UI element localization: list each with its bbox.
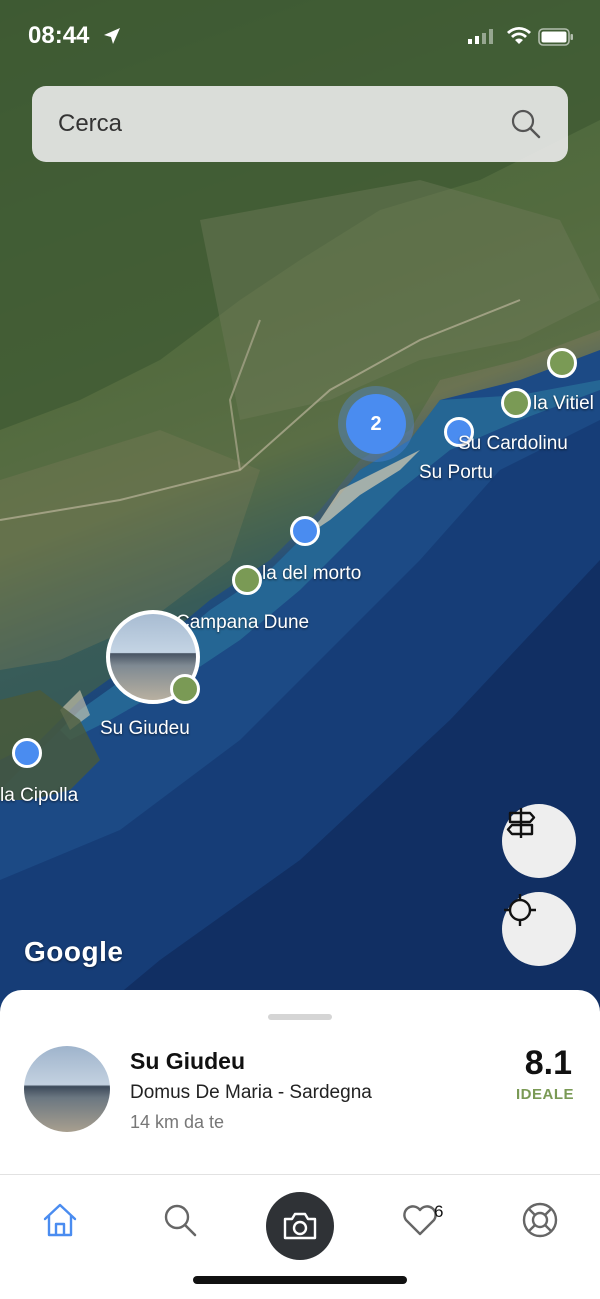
search-bar[interactable]: Cerca <box>32 86 568 162</box>
tab-lifebuoy[interactable] <box>520 1200 560 1240</box>
camera-icon <box>283 1212 317 1240</box>
search-icon[interactable] <box>510 108 542 140</box>
status-bar: 08:44 <box>0 0 600 70</box>
crosshair-icon <box>504 894 536 926</box>
map-pin-green[interactable] <box>501 388 531 418</box>
sheet-drag-handle[interactable] <box>268 1014 332 1020</box>
lifebuoy-icon <box>522 1202 558 1238</box>
map-pin-green[interactable] <box>547 348 577 378</box>
place-location: Domus De Maria - Sardegna <box>130 1082 372 1103</box>
place-bottom-sheet[interactable]: Su Giudeu Domus De Maria - Sardegna 14 k… <box>0 990 600 1299</box>
search-placeholder: Cerca <box>58 110 123 137</box>
google-attribution: Google <box>24 936 124 967</box>
place-score: 8.1 <box>524 1044 572 1082</box>
pin-label-campana[interactable]: Campana Dune <box>176 612 309 634</box>
my-location-button[interactable] <box>502 892 576 966</box>
signal-icon <box>468 29 493 44</box>
pin-label-vitiel[interactable]: la Vitiel <box>533 393 594 415</box>
location-arrow-icon <box>104 28 120 44</box>
tab-home[interactable] <box>40 1200 80 1240</box>
signpost-icon <box>506 808 536 838</box>
divider <box>0 1174 600 1175</box>
app-screen: 2 la Vitiel Su Cardolinu Su Portu la del… <box>0 0 600 1299</box>
search-icon <box>164 1204 197 1237</box>
map-pin-blue[interactable] <box>12 738 42 768</box>
pin-label-cardolinu[interactable]: Su Cardolinu <box>458 433 568 455</box>
score-label: IDEALE <box>515 1086 574 1103</box>
camera-button[interactable] <box>266 1192 334 1260</box>
pin-cluster[interactable]: 2 <box>338 386 414 462</box>
home-icon <box>43 1203 77 1237</box>
tab-search[interactable] <box>160 1200 200 1240</box>
heart-icon <box>403 1205 437 1236</box>
pin-label-cipolla[interactable]: la Cipolla <box>0 785 78 807</box>
wifi-icon <box>507 27 531 44</box>
place-thumbnail[interactable] <box>24 1046 110 1132</box>
home-indicator <box>193 1276 407 1284</box>
map-pin-green[interactable] <box>170 674 200 704</box>
map-pin-green[interactable] <box>232 565 262 595</box>
pin-label-morto[interactable]: la del morto <box>262 563 361 585</box>
favorites-count-badge: 6 <box>434 1202 444 1221</box>
place-name[interactable]: Su Giudeu <box>130 1048 245 1075</box>
directions-button[interactable] <box>502 804 576 878</box>
pin-label-portu[interactable]: Su Portu <box>419 462 493 484</box>
pin-label-giudeu[interactable]: Su Giudeu <box>100 718 190 740</box>
map-pin-blue[interactable] <box>290 516 320 546</box>
place-distance: 14 km da te <box>130 1112 225 1132</box>
battery-icon <box>538 28 573 46</box>
status-time: 08:44 <box>28 22 90 49</box>
cluster-count: 2 <box>346 394 406 454</box>
